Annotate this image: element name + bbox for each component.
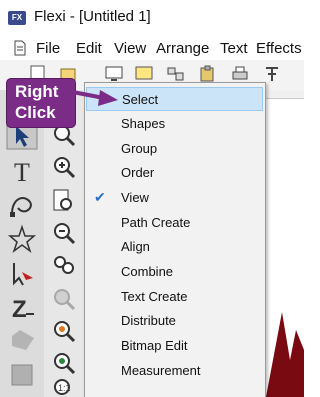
- menu-edit[interactable]: Edit: [76, 40, 102, 57]
- monitor-icon[interactable]: [104, 64, 124, 84]
- zoom-page-icon[interactable]: [48, 186, 82, 216]
- flexi-window: FX Flexi - [Untitled 1] File Edit View A…: [0, 0, 304, 397]
- ctx-item-group[interactable]: Group: [86, 137, 263, 161]
- menu-effects[interactable]: Effects: [256, 40, 302, 57]
- bitmap-tool-icon[interactable]: [6, 360, 40, 390]
- menu-text[interactable]: Text: [220, 40, 248, 57]
- print-icon[interactable]: [230, 64, 250, 84]
- svg-text:T: T: [14, 158, 30, 186]
- bezier-tool-icon[interactable]: [6, 190, 40, 220]
- checkmark-icon: ✔: [94, 189, 106, 205]
- ctx-item-label: View: [121, 190, 149, 205]
- text-tool-icon[interactable]: T: [6, 156, 40, 186]
- ctx-item-label: Select: [122, 92, 159, 107]
- ctx-item-bitmap-edit[interactable]: Bitmap Edit: [86, 334, 263, 358]
- ctx-item-measurement[interactable]: Measurement: [86, 359, 263, 383]
- zoom-out-icon[interactable]: [48, 218, 82, 248]
- ctx-item-label: Align: [121, 239, 150, 254]
- svg-text:Z: Z: [12, 296, 27, 322]
- highlight-icon[interactable]: [134, 64, 154, 84]
- zoom-disabled-icon: [54, 289, 76, 311]
- ctx-item-label: Distribute: [121, 313, 176, 328]
- paste-icon[interactable]: [198, 64, 218, 84]
- ctx-item-label: Bitmap Edit: [121, 338, 188, 353]
- title-bar: FX Flexi - [Untitled 1]: [0, 0, 304, 36]
- zoom-all-icon[interactable]: [48, 250, 82, 280]
- callout-line-2: Click: [15, 103, 56, 122]
- cut-tool-icon[interactable]: [166, 64, 186, 84]
- zoom-selected-icon[interactable]: [48, 316, 82, 346]
- callout-line-1: Right: [15, 82, 59, 101]
- ctx-item-label: Order: [121, 165, 155, 180]
- ctx-item-label: Measurement: [121, 363, 201, 378]
- cutter-icon[interactable]: [262, 64, 282, 84]
- zoom-in-icon[interactable]: [48, 152, 82, 182]
- ctx-item-shapes[interactable]: Shapes: [86, 112, 263, 136]
- document-icon: [14, 40, 26, 56]
- window-title: Flexi - [Untitled 1]: [34, 8, 151, 25]
- ctx-item-label: Path Create: [121, 215, 191, 230]
- ctx-item-label: Combine: [121, 264, 174, 279]
- context-menu: Select Shapes Group Order ✔ View Path Cr…: [84, 82, 266, 397]
- ctx-item-distribute[interactable]: Distribute: [86, 309, 263, 333]
- svg-text:1:1: 1:1: [58, 383, 71, 393]
- zoom-actual-icon[interactable]: 1:1: [48, 374, 82, 397]
- ruler: [266, 90, 304, 99]
- fill-tool-icon[interactable]: [6, 326, 40, 356]
- menu-bar: File Edit View Arrange Text Effects: [0, 36, 304, 60]
- app-logo-icon: FX: [8, 11, 26, 25]
- ctx-item-path-create[interactable]: Path Create: [86, 211, 263, 235]
- pointer-arrow-icon: [61, 88, 118, 106]
- toolbox-primary: T Z: [0, 90, 45, 397]
- ctx-item-combine[interactable]: Combine: [86, 260, 263, 284]
- zoom-tool-icon[interactable]: Z: [6, 292, 40, 322]
- ctx-item-label: Group: [121, 141, 158, 156]
- menu-file[interactable]: File: [36, 40, 60, 57]
- ctx-item-label: Shapes: [121, 116, 166, 131]
- menu-arrange[interactable]: Arrange: [156, 40, 209, 57]
- ctx-item-label: Text Create: [121, 289, 188, 304]
- ctx-item-order[interactable]: Order: [86, 161, 263, 185]
- menu-view[interactable]: View: [114, 40, 146, 57]
- toolbox-secondary: 1:1: [44, 90, 85, 397]
- red-shape[interactable]: [266, 300, 304, 397]
- ctx-item-text-create[interactable]: Text Create: [86, 285, 263, 309]
- star-tool-icon[interactable]: [6, 224, 40, 254]
- node-edit-tool-icon[interactable]: [6, 258, 40, 288]
- ctx-item-view[interactable]: ✔ View: [86, 186, 263, 210]
- ctx-item-align[interactable]: Align: [86, 235, 263, 259]
